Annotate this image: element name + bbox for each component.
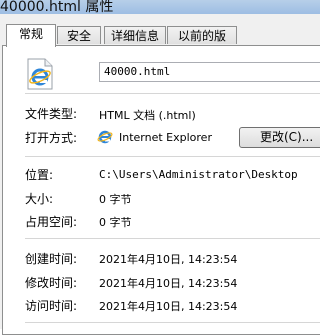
window-title: 40000.html 属性 bbox=[0, 0, 114, 14]
disk-size-value: 0 字节 bbox=[99, 216, 132, 229]
created-value: 2021年4月10日, 14:23:54 bbox=[99, 253, 238, 266]
general-panel: 40000.html 文件类型: HTML 文档 (.html) 打开方式: I… bbox=[2, 45, 320, 335]
ie-html-file-icon bbox=[25, 58, 55, 90]
change-button[interactable]: 更改(C)... bbox=[239, 127, 320, 148]
separator bbox=[25, 238, 320, 239]
disk-size-label: 占用空间: bbox=[25, 215, 78, 229]
file-type-label: 文件类型: bbox=[25, 107, 78, 121]
internet-explorer-icon bbox=[97, 129, 113, 145]
size-value: 0 字节 bbox=[99, 193, 132, 206]
tab-security[interactable]: 安全 bbox=[57, 26, 101, 44]
location-value: C:\Users\Administrator\Desktop bbox=[99, 168, 298, 181]
tab-general[interactable]: 常规 bbox=[6, 24, 56, 47]
filename-input[interactable]: 40000.html bbox=[99, 62, 320, 82]
separator bbox=[25, 322, 320, 323]
open-with-value: Internet Explorer bbox=[119, 131, 212, 144]
size-label: 大小: bbox=[25, 192, 54, 206]
tab-details[interactable]: 详细信息 bbox=[104, 26, 166, 44]
modified-value: 2021年4月10日, 14:23:54 bbox=[99, 277, 238, 290]
separator bbox=[25, 93, 320, 94]
tab-previous-versions[interactable]: 以前的版本 bbox=[167, 26, 237, 61]
separator bbox=[25, 156, 320, 157]
title-bar[interactable]: 40000.html 属性 bbox=[0, 0, 320, 14]
created-label: 创建时间: bbox=[25, 252, 78, 266]
location-label: 位置: bbox=[25, 168, 54, 182]
open-with-label: 打开方式: bbox=[25, 131, 78, 145]
accessed-label: 访问时间: bbox=[25, 299, 78, 313]
file-type-value: HTML 文档 (.html) bbox=[99, 109, 196, 122]
accessed-value: 2021年4月10日, 14:23:54 bbox=[99, 300, 238, 313]
modified-label: 修改时间: bbox=[25, 276, 78, 290]
tab-bar: 常规 安全 详细信息 以前的版本 bbox=[0, 24, 320, 61]
